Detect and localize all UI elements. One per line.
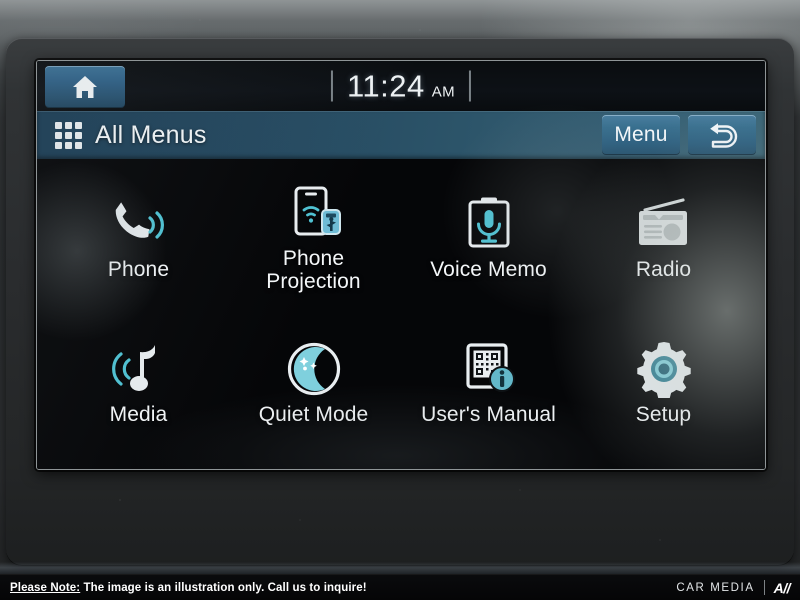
clock: 11:24 AM	[330, 68, 472, 104]
home-button[interactable]	[45, 66, 125, 108]
title-bar-actions: Menu	[602, 115, 756, 155]
disclaimer-text: Please Note: The image is an illustratio…	[10, 582, 367, 594]
menu-button-label: Menu	[614, 123, 668, 146]
disclaimer-body: The image is an illustration only. Call …	[80, 581, 367, 594]
phone-projection-icon	[282, 182, 346, 244]
brand-logo-mark: A//	[773, 579, 791, 596]
status-bar: 11:24 AM	[37, 61, 765, 111]
app-tile-users-manual[interactable]: User's Manual	[401, 310, 576, 455]
music-note-icon	[107, 338, 171, 400]
app-label-radio: Radio	[635, 258, 692, 282]
app-label-phone-projection: Phone Projection	[266, 246, 361, 293]
brand-name: CAR MEDIA	[676, 581, 755, 594]
app-tile-voice-memo[interactable]: Voice Memo	[401, 165, 576, 310]
radio-icon	[631, 193, 697, 255]
clock-ampm: AM	[431, 83, 456, 101]
moon-quiet-mode-icon	[284, 338, 344, 400]
disclaimer-prefix: Please Note:	[10, 581, 81, 594]
back-arrow-icon	[710, 123, 738, 148]
title-bar: All Menus Menu	[37, 111, 765, 159]
app-tile-phone[interactable]: Phone	[51, 165, 226, 310]
app-label-setup: Setup	[635, 403, 692, 427]
home-icon	[73, 76, 97, 98]
back-button[interactable]	[688, 115, 756, 155]
app-tile-radio[interactable]: Radio	[576, 165, 751, 310]
menu-button[interactable]: Menu	[602, 115, 680, 155]
voice-memo-microphone-icon	[459, 193, 519, 255]
clock-time: 11:24	[346, 68, 425, 104]
app-tile-media[interactable]: Media	[51, 310, 226, 455]
app-label-quiet-mode: Quiet Mode	[258, 403, 369, 427]
brand-divider	[763, 580, 765, 595]
app-tile-quiet-mode[interactable]: Quiet Mode	[226, 310, 401, 455]
app-label-media: Media	[109, 403, 168, 427]
page-title: All Menus	[95, 120, 207, 149]
app-tile-phone-projection[interactable]: Phone Projection	[226, 165, 401, 310]
app-tile-setup[interactable]: Setup	[576, 310, 751, 455]
brand-lockup: CAR MEDIA A//	[676, 580, 790, 596]
dashboard-photo: 11:24 AM All Menus Menu Phone Phone Proj…	[0, 0, 800, 600]
infotainment-screen[interactable]: 11:24 AM All Menus Menu Phone Phone Proj…	[36, 60, 766, 470]
qr-manual-info-icon	[458, 338, 520, 400]
grid-menu-icon	[55, 121, 82, 149]
app-label-voice-memo: Voice Memo	[430, 258, 547, 282]
app-grid: Phone Phone Projection Voice Memo Radio …	[37, 159, 765, 469]
gear-setup-icon	[634, 338, 694, 400]
phone-handset-icon	[107, 193, 171, 255]
app-label-phone: Phone	[107, 258, 170, 282]
app-label-users-manual: User's Manual	[421, 403, 556, 427]
footer-bar: Please Note: The image is an illustratio…	[0, 574, 800, 600]
